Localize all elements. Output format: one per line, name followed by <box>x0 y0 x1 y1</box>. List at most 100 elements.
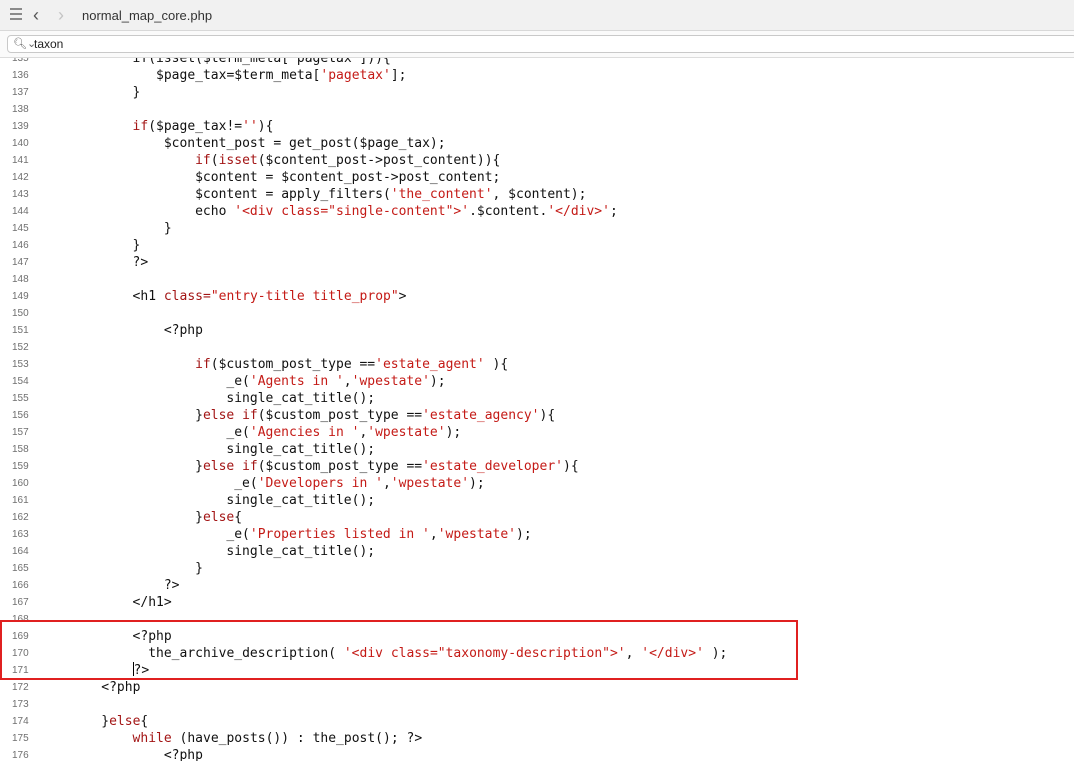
code-token: } <box>195 561 203 576</box>
code-token: , <box>343 374 352 389</box>
code-text: $content = apply_filters('the_content', … <box>195 186 586 203</box>
line-number: 172 <box>12 682 29 693</box>
hamburger-icon[interactable] <box>10 8 24 20</box>
search-input[interactable]: 🔍︎⌄ taxon <box>7 35 1074 53</box>
code-line[interactable]: 135 if(isset($term_meta['pagetax'])){ <box>0 58 1074 67</box>
line-number: 156 <box>12 410 29 421</box>
code-line[interactable]: 169 <?php <box>0 628 1074 645</box>
line-number: 168 <box>12 614 29 625</box>
code-text: single_cat_title(); <box>226 390 375 407</box>
code-line[interactable]: 168 <box>0 611 1074 628</box>
code-line[interactable]: 176 <?php <box>0 747 1074 761</box>
code-token: ){ <box>484 357 509 372</box>
code-line[interactable]: 160 _e('Developers in ','wpestate'); <box>0 475 1074 492</box>
code-line[interactable]: 162}else{ <box>0 509 1074 526</box>
code-text: } <box>195 560 203 577</box>
code-line[interactable]: 157 _e('Agencies in ','wpestate'); <box>0 424 1074 441</box>
code-line[interactable]: 141 if(isset($content_post->post_content)… <box>0 152 1074 169</box>
code-text: } <box>164 220 172 237</box>
line-number: 175 <box>12 733 29 744</box>
code-token: ?> <box>133 663 150 678</box>
code-text: echo '<div class="single-content">'.$con… <box>195 203 618 220</box>
code-line[interactable]: 163 _e('Properties listed in ','wpestate'… <box>0 526 1074 543</box>
code-text: if(isset($content_post->post_content)){ <box>195 152 500 169</box>
file-name: normal_map_core.php <box>82 8 213 23</box>
code-line[interactable]: 171 ?> <box>0 662 1074 679</box>
code-line[interactable]: 173 <box>0 696 1074 713</box>
line-number: 153 <box>12 359 29 370</box>
code-token: } <box>195 408 203 423</box>
code-text: } <box>133 237 141 254</box>
code-line[interactable]: 146} <box>0 237 1074 254</box>
code-token: 'pagetax' <box>320 68 391 83</box>
code-line[interactable]: 161 single_cat_title(); <box>0 492 1074 509</box>
chevron-left-icon[interactable]: ‹ <box>33 5 39 26</box>
code-line[interactable]: 138 <box>0 101 1074 118</box>
code-token: 'wpestate' <box>367 425 446 440</box>
code-token: 'estate_developer' <box>422 459 563 474</box>
line-number: 164 <box>12 546 29 557</box>
code-token: $page_tax=$term_meta[ <box>156 68 321 83</box>
code-line[interactable]: 142 $content = $content_post->post_conten… <box>0 169 1074 186</box>
code-text: }else if($custom_post_type =='estate_age… <box>195 407 555 424</box>
code-token: '<div class="taxonomy-description">' <box>343 646 626 661</box>
code-line[interactable]: 150 <box>0 305 1074 322</box>
code-line[interactable]: 140 $content_post = get_post($page_tax); <box>0 135 1074 152</box>
code-token: <?php <box>163 323 203 338</box>
code-token: ( <box>210 153 219 168</box>
code-token: { <box>234 510 243 525</box>
code-line[interactable]: 170 the_archive_description( '<div class=… <box>0 645 1074 662</box>
line-number: 167 <box>12 597 29 608</box>
line-number: 154 <box>12 376 29 387</box>
code-line[interactable]: 147 ?> <box>0 254 1074 271</box>
code-line[interactable]: 143 $content = apply_filters('the_content… <box>0 186 1074 203</box>
code-line[interactable]: 139 if($page_tax!=''){ <box>0 118 1074 135</box>
title-bar: ‹ › normal_map_core.php <box>0 0 1074 31</box>
code-text: _e('Agents in ','wpestate'); <box>226 373 445 390</box>
line-number: 144 <box>12 206 29 217</box>
code-line[interactable]: 167 </h1> <box>0 594 1074 611</box>
code-token: </h1> <box>132 595 172 610</box>
code-token: class= <box>163 289 211 304</box>
line-number: 174 <box>12 716 29 727</box>
code-line[interactable]: 172 <?php <box>0 679 1074 696</box>
code-token: _e( <box>234 476 258 491</box>
code-line[interactable]: 165} <box>0 560 1074 577</box>
code-line[interactable]: 152 <box>0 339 1074 356</box>
code-line[interactable]: 144 echo '<div class="single-content">'.$… <box>0 203 1074 220</box>
code-line[interactable]: 145} <box>0 220 1074 237</box>
code-text: if(isset($term_meta['pagetax'])){ <box>133 58 391 67</box>
code-line[interactable]: 156 }else if($custom_post_type =='estate_… <box>0 407 1074 424</box>
search-value: taxon <box>34 37 64 51</box>
code-line[interactable]: 158 single_cat_title(); <box>0 441 1074 458</box>
code-token: 'Developers in ' <box>257 476 383 491</box>
code-text: if($custom_post_type =='estate_agent' ){ <box>195 356 508 373</box>
code-line[interactable]: 174}else{ <box>0 713 1074 730</box>
code-token: ); <box>516 527 532 542</box>
code-line[interactable]: 136 $page_tax=$term_meta['pagetax']; <box>0 67 1074 84</box>
code-text: $content = $content_post->post_content; <box>195 169 500 186</box>
code-line[interactable]: 149 <h1 class="entry-title title_prop"> <box>0 288 1074 305</box>
line-number: 160 <box>12 478 29 489</box>
code-line[interactable]: 154 _e('Agents in ','wpestate'); <box>0 373 1074 390</box>
code-line[interactable]: 153 if($custom_post_type =='estate_agent'… <box>0 356 1074 373</box>
code-token: echo <box>195 204 235 219</box>
code-line[interactable]: 148 <box>0 271 1074 288</box>
line-number: 150 <box>12 308 29 319</box>
code-token: if(isset($term_meta['pagetax'])){ <box>132 58 391 66</box>
code-token: ){ <box>539 408 556 423</box>
code-line[interactable]: 159}else if($custom_post_type =='estate_… <box>0 458 1074 475</box>
code-line[interactable]: 151 <?php <box>0 322 1074 339</box>
search-bar: 🔍︎⌄ taxon <box>0 31 1074 58</box>
code-editor[interactable]: 135 if(isset($term_meta['pagetax'])){136 $… <box>0 58 1074 761</box>
code-line[interactable]: 166 ?> <box>0 577 1074 594</box>
code-line[interactable]: 137} <box>0 84 1074 101</box>
line-number: 173 <box>12 699 29 710</box>
code-line[interactable]: 155 single_cat_title(); <box>0 390 1074 407</box>
code-token: $content = $content_post->post_content; <box>195 170 501 185</box>
code-line[interactable]: 175 while (have_posts()) : the_post(); ?> <box>0 730 1074 747</box>
code-line[interactable]: 164 single_cat_title(); <box>0 543 1074 560</box>
code-text: single_cat_title(); <box>226 543 375 560</box>
chevron-right-icon[interactable]: › <box>58 5 64 26</box>
code-text: </h1> <box>133 594 172 611</box>
